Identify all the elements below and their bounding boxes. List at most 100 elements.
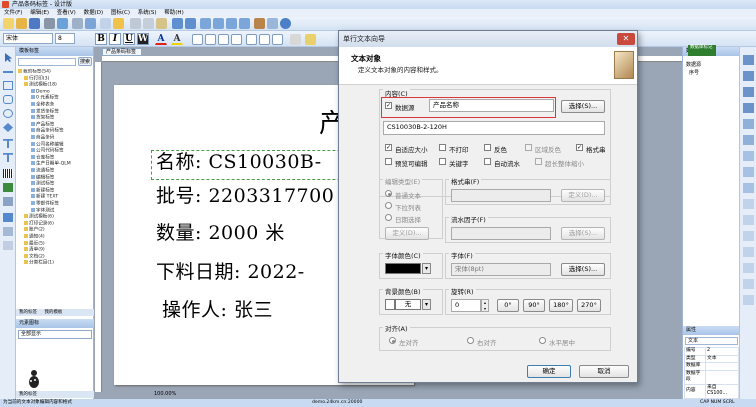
align-right-edge-icon[interactable] — [743, 103, 754, 113]
content-value-input[interactable]: CS10030B-2-120H — [383, 121, 605, 135]
property-row[interactable]: 内容 来自 CS100... — [684, 383, 740, 399]
rectangle-tool-icon[interactable] — [3, 81, 13, 90]
tree-item[interactable]: 公司代码标签 — [31, 148, 64, 155]
tree-item[interactable]: 我的标签(54) — [18, 69, 51, 76]
tree-item[interactable]: 商品条码 — [31, 135, 54, 142]
tree-item[interactable]: 零部件标签 — [31, 201, 59, 208]
tree-item[interactable]: 生产日期单-QLM — [31, 161, 71, 168]
wordart-button[interactable]: W — [137, 33, 149, 45]
tree-item[interactable]: 新建 TEXT — [31, 194, 58, 201]
tree-item[interactable]: 账户(2) — [24, 227, 45, 234]
tree-item[interactable]: 货架标签 — [31, 115, 54, 122]
zoom-actual-icon[interactable] — [239, 18, 250, 29]
menu-file[interactable]: 文件(F) — [4, 10, 22, 16]
tab-element-icons[interactable]: 我的标签 — [16, 392, 40, 397]
barcode-tool-icon[interactable] — [3, 169, 13, 178]
align-bottom-icon[interactable] — [743, 71, 754, 81]
checkbox-keyword[interactable] — [439, 158, 446, 165]
info-icon[interactable] — [280, 18, 291, 29]
tree-item[interactable]: 新建标签 — [31, 187, 54, 195]
fill-icon[interactable] — [305, 34, 316, 45]
checkbox-no-print[interactable] — [439, 144, 446, 151]
align-justify-icon[interactable] — [231, 34, 242, 45]
align-left-icon[interactable] — [192, 34, 203, 45]
property-row[interactable]: 编号 2 — [684, 347, 740, 356]
line-tool-icon[interactable] — [3, 71, 13, 73]
valign-top-icon[interactable] — [246, 34, 257, 45]
underline-button[interactable]: U — [123, 33, 135, 45]
property-row[interactable]: 数据字段 — [684, 369, 740, 385]
label-batch-text[interactable]: 批号: 2203317700 — [156, 181, 334, 208]
zoom-fit-icon[interactable] — [226, 18, 237, 29]
tree-item[interactable]: 发货条标签 — [31, 108, 59, 116]
group-icon[interactable] — [743, 263, 754, 273]
image-tool-icon[interactable] — [3, 183, 13, 192]
tree-item[interactable]: 仓库标签 — [31, 154, 54, 162]
tree-item[interactable]: 测试模板(6) — [24, 214, 54, 221]
datasource-checkbox[interactable]: ✓ — [385, 102, 392, 109]
serial-tool-icon[interactable] — [3, 241, 13, 250]
menu-edit[interactable]: 编辑(E) — [30, 10, 49, 16]
background-color-value[interactable]: 无 — [395, 299, 421, 310]
background-color-dropdown-icon[interactable]: ▾ — [422, 299, 431, 310]
send-back-icon[interactable] — [743, 247, 754, 257]
settings-icon[interactable] — [254, 18, 265, 29]
layout-icon[interactable] — [113, 18, 124, 29]
tab-my-labels[interactable]: 我的标签 — [16, 310, 40, 315]
menu-icon[interactable]: 图标(C) — [111, 10, 130, 16]
qrcode-tool-icon[interactable] — [3, 213, 13, 222]
save-icon[interactable] — [29, 18, 40, 29]
align-top-icon[interactable] — [743, 55, 754, 65]
tree-item[interactable]: 测试模板(18) — [24, 82, 57, 89]
valign-middle-icon[interactable] — [259, 34, 270, 45]
font-size-select[interactable]: 8 — [55, 33, 75, 44]
template-search-button[interactable]: 搜索 — [78, 57, 92, 66]
shape-tool-icon[interactable] — [3, 227, 13, 236]
tree-item[interactable]: 测试标签 — [31, 181, 54, 188]
diamond-tool-icon[interactable] — [3, 123, 13, 132]
tree-item[interactable]: 最近(5) — [24, 240, 45, 248]
lock-icon[interactable] — [743, 295, 754, 305]
tree-item[interactable]: 字体测试 — [31, 207, 54, 215]
tree-item[interactable]: 全称表条 — [31, 102, 54, 109]
menu-view[interactable]: 查看(V) — [57, 10, 76, 16]
same-size-icon[interactable] — [743, 183, 754, 193]
label-date-text[interactable]: 下料日期: 2022- — [156, 257, 305, 284]
center-horizontal-icon[interactable] — [743, 119, 754, 129]
dialog-close-icon[interactable]: ✕ — [617, 33, 635, 45]
tree-item[interactable]: 分类栏目(1) — [24, 260, 54, 267]
italic-button[interactable]: I — [109, 33, 121, 45]
template-search-input[interactable] — [18, 58, 76, 66]
valign-bottom-icon[interactable] — [272, 34, 283, 45]
open-icon[interactable] — [16, 18, 27, 29]
tree-item[interactable]: 产品标签 — [31, 121, 54, 129]
database-field-item[interactable]: 序号 — [689, 69, 699, 76]
font-color-dropdown-icon[interactable]: ▾ — [422, 263, 431, 274]
print-icon[interactable] — [44, 18, 55, 29]
zoom-out-icon[interactable] — [213, 18, 224, 29]
rotate-spinner-icon[interactable]: ▴ ▾ — [481, 299, 489, 312]
grid-icon[interactable] — [100, 18, 111, 29]
database-icon[interactable] — [85, 18, 96, 29]
tree-item[interactable]: 打印记录(6) — [24, 220, 54, 228]
database-marker-button[interactable]: 数据库标记 — [688, 45, 716, 56]
menu-data[interactable]: 数据(D) — [84, 10, 104, 16]
checkbox-auto-serial[interactable] — [484, 158, 491, 165]
center-vertical-icon[interactable] — [743, 135, 754, 145]
pointer-tool-icon[interactable] — [5, 53, 12, 62]
multiline-text-tool-icon[interactable] — [3, 153, 13, 162]
zoom-level[interactable]: 100.00% — [154, 391, 176, 397]
rotate-180-button[interactable]: 180° — [549, 299, 573, 312]
ellipse-tool-icon[interactable] — [3, 109, 13, 118]
properties-type-select[interactable]: 文本 — [685, 337, 738, 345]
checkbox-preview-editable[interactable] — [385, 158, 392, 165]
rotate-270-button[interactable]: 270° — [577, 299, 601, 312]
checkbox-invert[interactable] — [484, 144, 491, 151]
same-height-icon[interactable] — [743, 167, 754, 177]
print-preview-icon[interactable] — [57, 18, 68, 29]
document-tab[interactable]: 产品条码标签 — [102, 48, 142, 56]
line-style-icon[interactable] — [290, 34, 301, 45]
tree-item[interactable]: Demo — [31, 88, 50, 96]
property-row[interactable]: 类型 文本 — [684, 354, 740, 363]
ok-button[interactable]: 确定 — [527, 365, 571, 378]
